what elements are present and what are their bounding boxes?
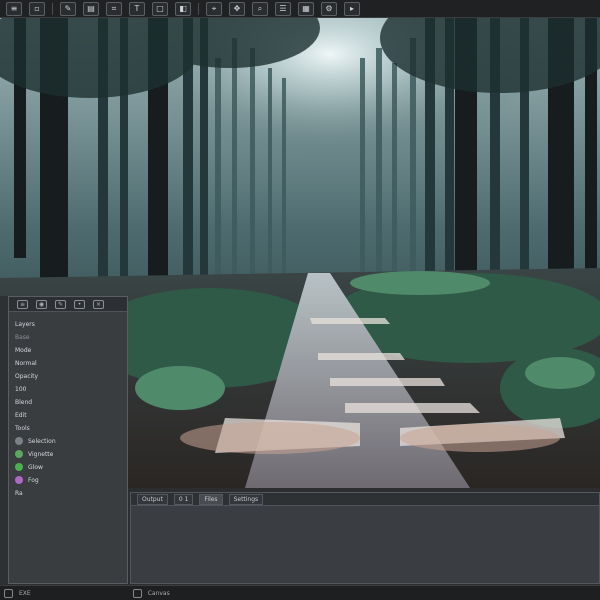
layers-panel-row[interactable]: Opacity xyxy=(9,370,127,382)
layers-panel-row-label: Fog xyxy=(28,476,39,484)
status-dot-icon xyxy=(15,463,23,471)
output-tabs: Output 0 1 Files Settings xyxy=(131,493,599,506)
layers-panel-row[interactable]: Glow xyxy=(9,461,127,473)
layers-panel-row-label: Selection xyxy=(28,437,56,445)
layers-panel-row-label: Mode xyxy=(15,346,32,354)
status-dot-icon xyxy=(15,450,23,458)
camera-icon[interactable]: ◉ xyxy=(36,299,47,309)
layers-panel: ≡ ◉ ✎ • × Layers Base Mode Normal Opacity 100… xyxy=(8,296,128,584)
menu-icon[interactable]: ≡ xyxy=(6,1,22,16)
layers-panel-row-label: Vignette xyxy=(28,450,54,458)
layers-panel-row[interactable]: Layers xyxy=(9,318,127,330)
layers-list: Layers Base Mode Normal Opacity 100 Blend Edit T… xyxy=(9,312,127,499)
hand-icon[interactable]: ☰ xyxy=(275,1,291,16)
layers-panel-row-label: Edit xyxy=(15,411,27,419)
shape-icon[interactable]: □ xyxy=(152,1,168,16)
file-icon[interactable]: ▫ xyxy=(29,1,45,16)
status-left-label: EXE xyxy=(19,589,31,597)
layers-panel-row-label: Blend xyxy=(15,398,33,406)
layers-panel-row[interactable]: Blend xyxy=(9,396,127,408)
play-icon[interactable]: ▸ xyxy=(344,1,360,16)
panel-menu-icon[interactable]: ≡ xyxy=(17,299,28,309)
picker-icon[interactable]: ⌖ xyxy=(206,1,222,16)
tab-counter[interactable]: 0 1 xyxy=(173,493,194,505)
tab-settings[interactable]: Settings xyxy=(228,493,264,505)
layers-panel-row-label: Glow xyxy=(28,463,43,471)
layers-panel-row-label: Ra xyxy=(15,489,23,497)
panel-header: ≡ ◉ ✎ • × xyxy=(9,297,127,312)
layers-panel-row[interactable]: Vignette xyxy=(9,448,127,460)
grid-icon[interactable]: ▦ xyxy=(298,1,314,16)
move-icon[interactable]: ✥ xyxy=(229,1,245,16)
layers-panel-row-label: Normal xyxy=(15,359,37,367)
layers-panel-row-label: Tools xyxy=(15,424,30,432)
toolbar-divider xyxy=(52,2,53,15)
crop-icon[interactable]: ⌗ xyxy=(106,1,122,16)
text-icon[interactable]: T xyxy=(129,1,145,16)
tab-files[interactable]: Files xyxy=(199,493,223,505)
layers-panel-row[interactable]: Selection xyxy=(9,435,127,447)
settings-icon[interactable]: ⚙ xyxy=(321,1,337,16)
layers-panel-row[interactable]: Edit xyxy=(9,409,127,421)
layers-panel-row-label: 100 xyxy=(15,385,27,393)
layers-panel-row[interactable]: Tools xyxy=(9,422,127,434)
tab-output[interactable]: Output xyxy=(137,493,168,505)
layers-panel-row[interactable]: Fog xyxy=(9,474,127,486)
status-right-label: Canvas xyxy=(147,589,170,597)
layers-panel-row[interactable]: Normal xyxy=(9,357,127,369)
layers-panel-row[interactable]: 100 xyxy=(9,383,127,395)
layers-icon[interactable]: ▤ xyxy=(83,1,99,16)
brush-icon[interactable]: ✎ xyxy=(60,1,76,16)
status-dot-icon xyxy=(15,437,23,445)
toolbar-divider xyxy=(198,2,199,15)
layers-panel-row-label: Base xyxy=(15,333,30,341)
eraser-icon[interactable]: ◧ xyxy=(175,1,191,16)
layers-panel-row-label: Layers xyxy=(15,320,35,328)
pen-icon[interactable]: ✎ xyxy=(55,299,66,309)
pin-icon[interactable]: • xyxy=(74,299,85,309)
close-icon[interactable]: × xyxy=(93,299,104,309)
status-icon xyxy=(4,588,13,598)
canvas-icon xyxy=(132,588,142,598)
status-bar: EXE Canvas xyxy=(0,585,600,600)
layers-panel-row[interactable]: Ra xyxy=(9,487,127,499)
layers-panel-row-label: Opacity xyxy=(15,372,39,380)
status-dot-icon xyxy=(15,476,23,484)
top-toolbar: ≡ ▫ ✎ ▤ ⌗ T □ ◧ ⌖ ✥ ⌕ ☰ ▦ ⚙ ▸ xyxy=(0,0,600,18)
layers-panel-row[interactable]: Base xyxy=(9,331,127,343)
layers-panel-row[interactable]: Mode xyxy=(9,344,127,356)
zoom-icon[interactable]: ⌕ xyxy=(252,1,268,16)
output-panel: Output 0 1 Files Settings xyxy=(130,492,600,584)
